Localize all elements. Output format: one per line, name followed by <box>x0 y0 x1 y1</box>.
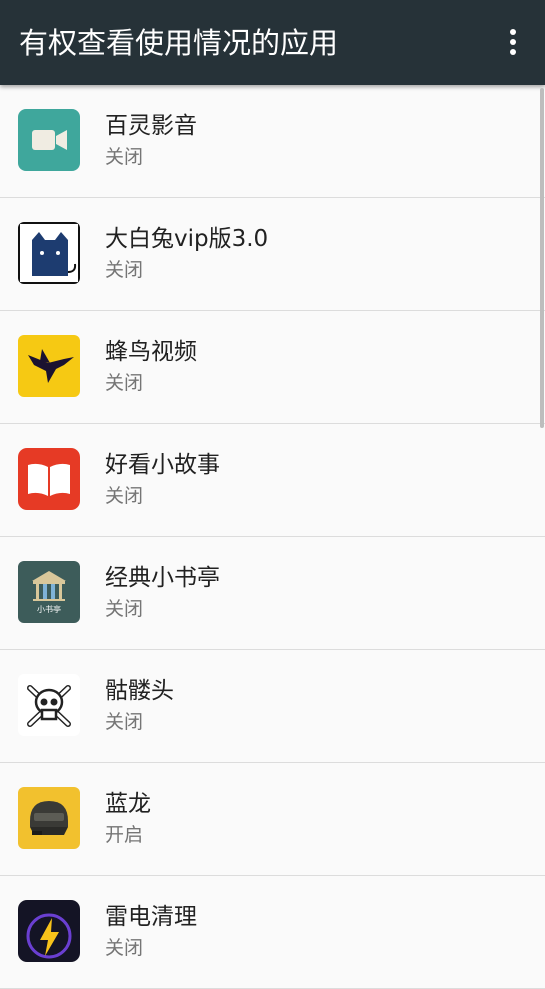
app-status: 开启 <box>105 824 144 846</box>
app-status: 关闭 <box>105 937 144 959</box>
video-camera-icon <box>18 109 80 171</box>
list-item[interactable]: 大白兔vip版3.0 关闭 <box>0 198 545 311</box>
list-item[interactable]: 好看小故事 关闭 <box>0 424 545 537</box>
app-bar: 有权查看使用情况的应用 <box>0 0 545 85</box>
app-name: 骷髅头 <box>105 678 174 704</box>
lightning-icon <box>18 900 80 962</box>
app-status: 关闭 <box>105 146 144 168</box>
app-status: 关闭 <box>105 372 144 394</box>
list-item[interactable]: 骷髅头 关闭 <box>0 650 545 763</box>
app-name: 经典小书亭 <box>105 565 220 591</box>
pavilion-icon: 小书亭 <box>18 561 80 623</box>
app-name: 雷电清理 <box>105 904 197 930</box>
app-status: 关闭 <box>105 485 144 507</box>
list-item[interactable]: 小书亭 经典小书亭 关闭 <box>0 537 545 650</box>
app-name: 好看小故事 <box>105 452 220 478</box>
app-status: 关闭 <box>105 259 144 281</box>
list-item[interactable]: 百灵影音 关闭 <box>0 85 545 198</box>
app-list: 百灵影音 关闭 大白兔vip版3.0 关闭 蜂鸟视频 关闭 好看小故事 关闭 小… <box>0 85 545 989</box>
app-status: 关闭 <box>105 598 144 620</box>
app-name: 蓝龙 <box>105 791 151 817</box>
more-vert-icon[interactable] <box>493 18 533 66</box>
app-status: 关闭 <box>105 711 144 733</box>
app-name: 百灵影音 <box>105 113 197 139</box>
icon-label: 小书亭 <box>37 604 61 614</box>
list-item[interactable]: 蜂鸟视频 关闭 <box>0 311 545 424</box>
cat-icon <box>18 222 80 284</box>
page-title: 有权查看使用情况的应用 <box>19 26 339 60</box>
open-book-icon <box>18 448 80 510</box>
app-name: 大白兔vip版3.0 <box>105 226 269 252</box>
list-item[interactable]: 蓝龙 开启 <box>0 763 545 876</box>
app-name: 蜂鸟视频 <box>105 339 197 365</box>
helmet-icon <box>18 787 80 849</box>
list-item[interactable]: 雷电清理 关闭 <box>0 876 545 989</box>
skull-crossbones-icon <box>18 674 80 736</box>
scrollbar[interactable] <box>540 88 544 428</box>
hummingbird-icon <box>18 335 80 397</box>
